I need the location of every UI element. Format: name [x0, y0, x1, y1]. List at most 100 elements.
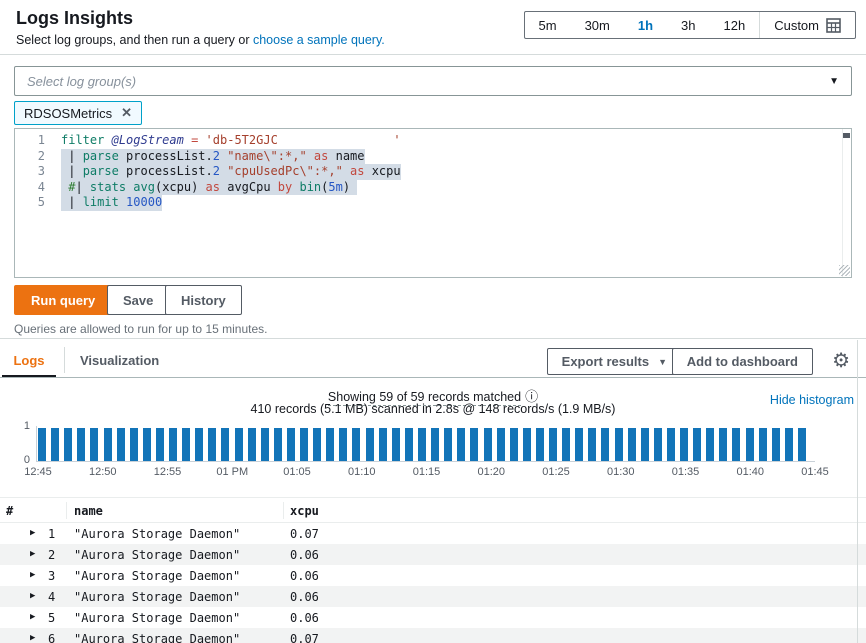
histogram-bar[interactable]	[208, 428, 216, 461]
log-group-select[interactable]: Select log group(s) ▼	[14, 66, 852, 96]
histogram-bar[interactable]	[261, 428, 269, 461]
histogram-bar[interactable]	[117, 428, 125, 461]
query-editor[interactable]: 1filter @LogStream = 'db-5T2GJC '2 | par…	[14, 128, 852, 278]
histogram-bar[interactable]	[523, 428, 531, 461]
histogram-bar[interactable]	[667, 428, 675, 461]
histogram-bar[interactable]	[143, 428, 151, 461]
run-query-button[interactable]: Run query	[14, 285, 112, 315]
histogram-bar[interactable]	[104, 428, 112, 461]
remove-log-group-icon[interactable]: ✕	[121, 105, 132, 121]
histogram-bar[interactable]	[90, 428, 98, 461]
histogram-bar[interactable]	[38, 428, 46, 461]
expand-row-icon[interactable]: ▶	[30, 633, 35, 643]
histogram-bar[interactable]	[444, 428, 452, 461]
column-divider[interactable]	[283, 502, 284, 519]
histogram-bar[interactable]	[510, 428, 518, 461]
histogram-bar[interactable]	[405, 428, 413, 461]
histogram-bar[interactable]	[575, 428, 583, 461]
histogram-bar[interactable]	[497, 428, 505, 461]
time-range-1h[interactable]: 1h	[624, 12, 667, 38]
histogram-bar[interactable]	[601, 428, 609, 461]
histogram-bar[interactable]	[392, 428, 400, 461]
histogram-bar[interactable]	[759, 428, 767, 461]
histogram-bar[interactable]	[366, 428, 374, 461]
history-button[interactable]: History	[165, 285, 242, 315]
table-row[interactable]: ▶5"Aurora Storage Daemon"0.06	[0, 607, 866, 628]
histogram-bar[interactable]	[221, 428, 229, 461]
histogram-bar[interactable]	[457, 428, 465, 461]
histogram-bar[interactable]	[130, 428, 138, 461]
expand-row-icon[interactable]: ▶	[30, 570, 35, 580]
histogram-bar[interactable]	[326, 428, 334, 461]
histogram-bar[interactable]	[169, 428, 177, 461]
time-range-custom[interactable]: Custom	[759, 12, 855, 38]
tab-logs[interactable]: Logs	[2, 345, 56, 375]
expand-row-icon[interactable]: ▶	[30, 549, 35, 559]
gear-icon[interactable]: ⚙	[832, 349, 850, 373]
histogram-bar[interactable]	[352, 428, 360, 461]
histogram-bar[interactable]	[300, 428, 308, 461]
hide-histogram-link[interactable]: Hide histogram	[770, 393, 854, 407]
column-divider[interactable]	[66, 502, 67, 519]
histogram-bar[interactable]	[536, 428, 544, 461]
histogram-bar[interactable]	[77, 428, 85, 461]
histogram-bar[interactable]	[339, 428, 347, 461]
histogram-bar[interactable]	[562, 428, 570, 461]
histogram-bar[interactable]	[732, 428, 740, 461]
tabs-bottom-border	[0, 377, 866, 378]
histogram-bar[interactable]	[287, 428, 295, 461]
histogram-bar[interactable]	[680, 428, 688, 461]
expand-row-icon[interactable]: ▶	[30, 528, 35, 538]
table-row[interactable]: ▶3"Aurora Storage Daemon"0.06	[0, 565, 866, 586]
histogram-bar[interactable]	[588, 428, 596, 461]
histogram-bar[interactable]	[195, 428, 203, 461]
export-results-button[interactable]: Export results ▼	[547, 348, 682, 375]
histogram-bar[interactable]	[274, 428, 282, 461]
histogram-bar[interactable]	[746, 428, 754, 461]
histogram-bar[interactable]	[706, 428, 714, 461]
histogram-bar[interactable]	[248, 428, 256, 461]
add-to-dashboard-button[interactable]: Add to dashboard	[672, 348, 813, 375]
save-button[interactable]: Save	[107, 285, 169, 315]
histogram-bar[interactable]	[64, 428, 72, 461]
histogram-bar[interactable]	[313, 428, 321, 461]
histogram-bar[interactable]	[628, 428, 636, 461]
editor-scrollbar-thumb[interactable]	[843, 133, 850, 138]
histogram-bar[interactable]	[719, 428, 727, 461]
histogram-bar[interactable]	[418, 428, 426, 461]
histogram-bar[interactable]	[785, 428, 793, 461]
histogram-bar[interactable]	[772, 428, 780, 461]
histogram-bar[interactable]	[235, 428, 243, 461]
editor-scrollbar[interactable]	[842, 129, 851, 277]
expand-row-icon[interactable]: ▶	[30, 591, 35, 601]
histogram-bar[interactable]	[431, 428, 439, 461]
cell-xcpu: 0.06	[290, 548, 319, 562]
log-group-token: RDSOSMetrics ✕	[14, 101, 142, 125]
histogram-bar[interactable]	[654, 428, 662, 461]
histogram-bar[interactable]	[470, 428, 478, 461]
histogram-bar[interactable]	[182, 428, 190, 461]
histogram-bar[interactable]	[379, 428, 387, 461]
histogram-bar[interactable]	[641, 428, 649, 461]
table-row[interactable]: ▶2"Aurora Storage Daemon"0.06	[0, 544, 866, 565]
table-row[interactable]: ▶4"Aurora Storage Daemon"0.06	[0, 586, 866, 607]
time-range-30m[interactable]: 30m	[571, 12, 624, 38]
editor-resize-handle[interactable]	[839, 265, 850, 276]
tab-visualization[interactable]: Visualization	[65, 345, 174, 375]
histogram-bars[interactable]	[38, 428, 808, 461]
expand-row-icon[interactable]: ▶	[30, 612, 35, 622]
histogram-bar[interactable]	[615, 428, 623, 461]
time-range-5m[interactable]: 5m	[525, 12, 571, 38]
time-range-3h[interactable]: 3h	[667, 12, 709, 38]
sample-query-link[interactable]: choose a sample query.	[253, 33, 385, 47]
time-range-12h[interactable]: 12h	[710, 12, 760, 38]
histogram-bar[interactable]	[484, 428, 492, 461]
table-row[interactable]: ▶1"Aurora Storage Daemon"0.07	[0, 523, 866, 544]
histogram-bar[interactable]	[156, 428, 164, 461]
page-title: Logs Insights	[16, 8, 133, 29]
histogram-bar[interactable]	[549, 428, 557, 461]
histogram-bar[interactable]	[693, 428, 701, 461]
histogram-bar[interactable]	[798, 428, 806, 461]
histogram-bar[interactable]	[51, 428, 59, 461]
table-row[interactable]: ▶6"Aurora Storage Daemon"0.07	[0, 628, 866, 643]
